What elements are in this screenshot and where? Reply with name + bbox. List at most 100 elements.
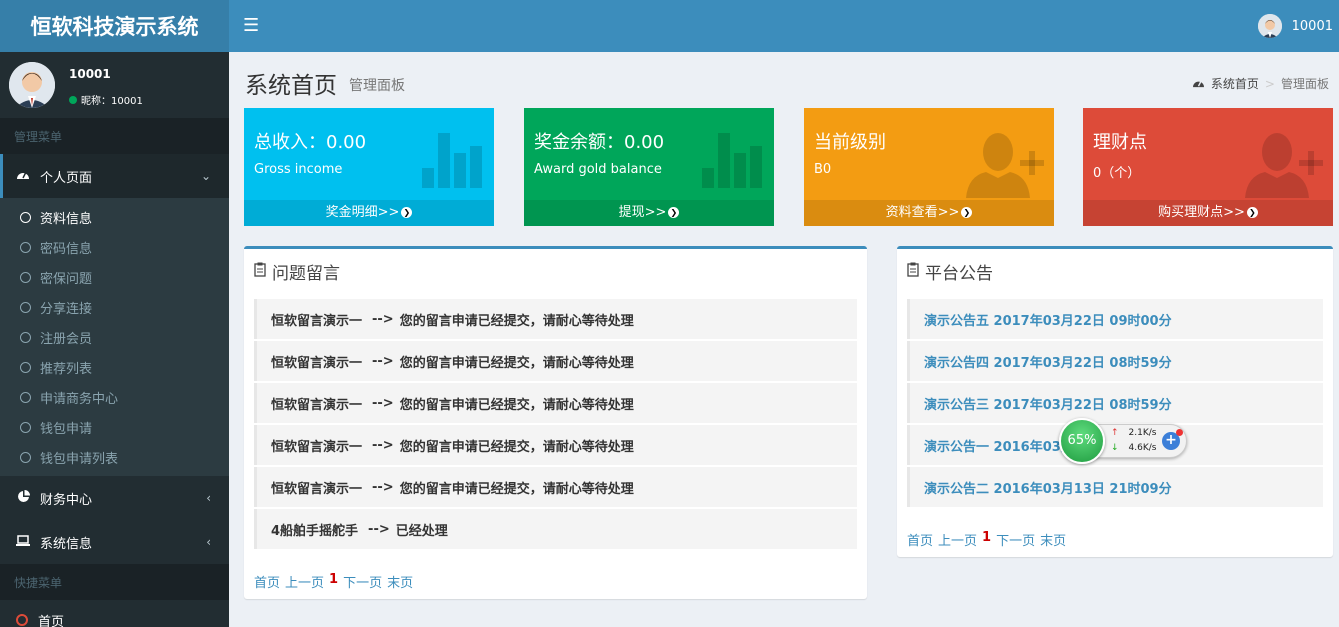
notice-link[interactable]: 演示公告三 2017年03月22日 08时59分 xyxy=(924,394,1172,413)
clipboard-icon xyxy=(907,262,919,282)
bar-chart-icon xyxy=(416,128,486,192)
download-speed: ↓ 4.6K/s xyxy=(1111,443,1156,453)
pager-last[interactable]: 末页 xyxy=(1040,530,1066,549)
arrow-up-icon: ↑ xyxy=(1111,428,1119,438)
message-arrow: --> xyxy=(368,521,390,537)
stat-box-subtitle: B0 xyxy=(814,162,832,177)
notice-link[interactable]: 演示公告一 2016年03月 xyxy=(924,436,1074,455)
circle-icon xyxy=(20,301,31,313)
sidebar-subitem-share-link[interactable]: 分享连接 xyxy=(0,292,229,322)
sidebar-item-finance[interactable]: 财务中心 ‹ xyxy=(0,476,229,520)
stat-box-current-level: 当前级别 B0 资料查看>> ❯ xyxy=(804,108,1054,226)
notice-row[interactable]: 演示公告四 2017年03月22日 08时59分 xyxy=(907,341,1323,381)
profile-view-link[interactable]: 资料查看>> ❯ xyxy=(804,200,1054,226)
clipboard-icon xyxy=(254,262,266,282)
sidebar-subitem-label: 钱包申请列表 xyxy=(40,451,119,467)
buy-financial-points-link[interactable]: 购买理财点>> ❯ xyxy=(1083,200,1333,226)
message-arrow: --> xyxy=(372,395,394,411)
arrow-circle-right-icon: ❯ xyxy=(668,207,680,218)
pager-first[interactable]: 首页 xyxy=(907,530,933,549)
circle-icon xyxy=(20,451,31,463)
sidebar-item-system[interactable]: 系统信息 ‹ xyxy=(0,520,229,564)
user-menu[interactable]: 10001 xyxy=(1257,14,1333,38)
pager-next[interactable]: 下一页 xyxy=(343,572,382,591)
menu-header-quick: 快捷菜单 xyxy=(0,564,229,600)
notices-pagination: 首页 上一页 1 下一页 末页 xyxy=(907,530,1066,549)
pager-last[interactable]: 末页 xyxy=(387,572,413,591)
user-panel: 10001 昵称：10001 xyxy=(0,52,229,118)
chevron-down-icon: ⌄ xyxy=(200,169,211,183)
circle-icon xyxy=(20,241,31,253)
message-author: 恒软留言演示一 xyxy=(271,439,363,455)
pager-next[interactable]: 下一页 xyxy=(996,530,1035,549)
app-logo[interactable]: 恒软科技演示系统 xyxy=(0,0,229,52)
income-details-link[interactable]: 奖金明细>> ❯ xyxy=(244,200,494,226)
circle-icon xyxy=(20,391,31,403)
pager-prev[interactable]: 上一页 xyxy=(938,530,977,549)
notice-row[interactable]: 演示公告五 2017年03月22日 09时00分 xyxy=(907,299,1323,339)
laptop-icon xyxy=(16,534,30,550)
sidebar-subitem-label: 分享连接 xyxy=(40,301,93,317)
stat-box-subtitle: Award gold balance xyxy=(534,162,662,177)
stat-box-title: 奖金余额：0.00 xyxy=(534,132,665,153)
sidebar-toggle-icon[interactable]: ☰ xyxy=(243,15,259,36)
plus-icon[interactable]: + xyxy=(1162,429,1183,450)
top-navbar: ☰ 10001 xyxy=(229,0,1339,52)
breadcrumb-separator: > xyxy=(1264,76,1275,91)
message-row[interactable]: 恒软留言演示一 --> 您的留言申请已经提交，请耐心等待处理 xyxy=(254,299,857,339)
notice-row[interactable]: 演示公告二 2016年03月13日 21时09分 xyxy=(907,467,1323,507)
pager-first[interactable]: 首页 xyxy=(254,572,280,591)
stat-box-subtitle: 0（个） xyxy=(1093,166,1141,181)
stat-box-financial-points: 理财点 0（个） 购买理财点>> ❯ xyxy=(1083,108,1333,226)
widget-percent[interactable]: 65% xyxy=(1059,418,1105,464)
message-status: 您的留言申请已经提交，请耐心等待处理 xyxy=(399,313,634,329)
sidebar-subitem-profile[interactable]: 资料信息 xyxy=(0,202,229,232)
message-row[interactable]: 恒软留言演示一 --> 您的留言申请已经提交，请耐心等待处理 xyxy=(254,467,857,507)
sidebar-subitem-wallet-apply[interactable]: 钱包申请 xyxy=(0,412,229,442)
sidebar-subitem-password[interactable]: 密码信息 xyxy=(0,232,229,262)
arrow-down-icon: ↓ xyxy=(1111,443,1119,453)
bar-chart-icon xyxy=(696,128,766,192)
message-row[interactable]: 恒软留言演示一 --> 您的留言申请已经提交，请耐心等待处理 xyxy=(254,425,857,465)
sidebar-item-label: 首页 xyxy=(38,614,65,627)
message-status: 您的留言申请已经提交，请耐心等待处理 xyxy=(399,397,634,413)
sidebar-subitem-register-member[interactable]: 注册会员 xyxy=(0,322,229,352)
upload-speed-value: 2.1K/s xyxy=(1128,428,1157,438)
sidebar: 10001 昵称：10001 管理菜单 个人页面 ⌄ 资料信息 密码信息 密保问… xyxy=(0,52,229,627)
panel-title: 平台公告 xyxy=(907,259,993,284)
message-row[interactable]: 恒软留言演示一 --> 您的留言申请已经提交，请耐心等待处理 xyxy=(254,383,857,423)
notice-row[interactable]: 演示公告三 2017年03月22日 08时59分 xyxy=(907,383,1323,423)
message-status: 您的留言申请已经提交，请耐心等待处理 xyxy=(399,439,634,455)
sidebar-subitem-wallet-list[interactable]: 钱包申请列表 xyxy=(0,442,229,472)
sidebar-subitem-security-question[interactable]: 密保问题 xyxy=(0,262,229,292)
message-row[interactable]: 4船舶手摇舵手 --> 已经处理 xyxy=(254,509,857,549)
circle-icon xyxy=(20,271,31,283)
notice-link[interactable]: 演示公告四 2017年03月22日 08时59分 xyxy=(924,352,1172,371)
withdraw-link[interactable]: 提现>> ❯ xyxy=(524,200,774,226)
sidebar-item-home[interactable]: 首页 xyxy=(0,600,229,627)
online-status-icon xyxy=(69,95,77,104)
link-label: 资料查看>> xyxy=(885,205,960,220)
notice-link[interactable]: 演示公告二 2016年03月13日 21时09分 xyxy=(924,478,1172,497)
upload-speed: ↑ 2.1K/s xyxy=(1111,428,1156,438)
notice-link[interactable]: 演示公告五 2017年03月22日 09时00分 xyxy=(924,310,1172,329)
circle-icon xyxy=(20,361,31,373)
sidebar-subitem-referral-list[interactable]: 推荐列表 xyxy=(0,352,229,382)
message-row[interactable]: 恒软留言演示一 --> 您的留言申请已经提交，请耐心等待处理 xyxy=(254,341,857,381)
circle-icon xyxy=(20,211,31,223)
pager-prev[interactable]: 上一页 xyxy=(285,572,324,591)
sidebar-item-personal[interactable]: 个人页面 ⌄ xyxy=(0,154,229,198)
panel-title: 问题留言 xyxy=(254,259,340,284)
sidebar-subitem-business-center[interactable]: 申请商务中心 xyxy=(0,382,229,412)
user-plus-icon xyxy=(962,128,1046,202)
arrow-circle-right-icon: ❯ xyxy=(961,207,973,218)
network-speed-widget[interactable]: 65% ↑ 2.1K/s ↓ 4.6K/s + xyxy=(1059,418,1187,464)
dashboard-icon xyxy=(1192,77,1205,91)
link-label: 奖金明细>> xyxy=(325,205,400,220)
menu-header-manage: 管理菜单 xyxy=(0,118,229,154)
message-arrow: --> xyxy=(372,311,394,327)
breadcrumb-home[interactable]: 系统首页 xyxy=(1211,75,1259,92)
panel-title-text: 问题留言 xyxy=(272,264,340,284)
message-author: 恒软留言演示一 xyxy=(271,481,363,497)
download-speed-value: 4.6K/s xyxy=(1128,443,1157,453)
